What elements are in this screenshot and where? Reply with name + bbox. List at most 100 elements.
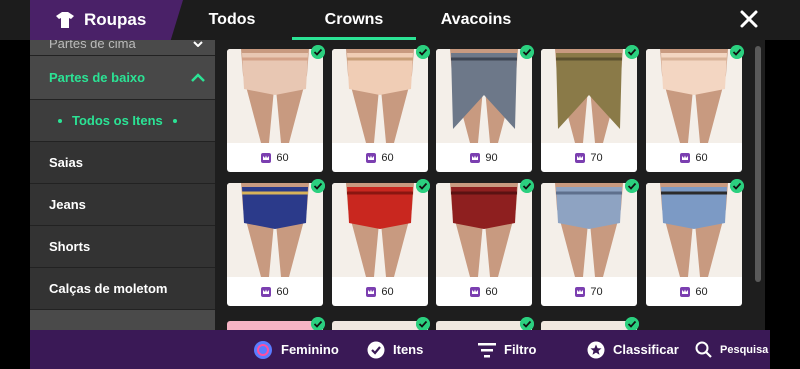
item-image [227, 183, 323, 277]
bottom-toolbar: Feminino Itens Filtro Classificar Pesqui… [30, 330, 770, 369]
item-card[interactable]: 60 [646, 183, 742, 306]
item-card[interactable]: 70 [541, 183, 637, 306]
item-price-value: 70 [590, 286, 603, 298]
sidebar-item-partial [30, 310, 215, 330]
item-price: 60 [646, 144, 742, 172]
star-badge-icon [587, 341, 605, 358]
owned-check-icon [520, 179, 534, 193]
item-card[interactable]: 90 [436, 49, 532, 172]
item-card-partial[interactable] [436, 321, 532, 330]
item-price: 70 [541, 278, 637, 306]
sidebar-item-label: Partes de cima [49, 40, 136, 51]
crown-currency-icon [680, 153, 691, 163]
item-price-value: 60 [276, 286, 289, 298]
items-button[interactable]: Itens [367, 330, 423, 369]
gender-label: Feminino [281, 342, 339, 357]
item-card[interactable]: 60 [332, 183, 428, 306]
owned-check-icon [730, 179, 744, 193]
tab-todos[interactable]: Todos [172, 0, 292, 40]
owned-check-icon [416, 317, 430, 330]
owned-check-icon [416, 179, 430, 193]
item-card-partial[interactable] [332, 321, 428, 330]
owned-check-icon [625, 45, 639, 59]
item-grid: 60 60 90 70 60 60 60 60 70 60 [215, 40, 765, 330]
top-bar: Roupas Todos Crowns Avacoins [0, 0, 800, 40]
item-card[interactable]: 60 [227, 49, 323, 172]
item-image [541, 49, 637, 143]
item-image [332, 183, 428, 277]
sidebar-item-jeans[interactable]: Jeans [30, 184, 215, 226]
item-card[interactable]: 60 [646, 49, 742, 172]
crown-currency-icon [366, 287, 377, 297]
chevron-up-icon [191, 73, 205, 82]
owned-check-icon [311, 45, 325, 59]
scrollbar[interactable] [755, 46, 761, 282]
item-image [436, 49, 532, 143]
filter-icon [478, 342, 496, 357]
item-price: 60 [227, 144, 323, 172]
search-button[interactable]: Pesquisa [695, 330, 768, 369]
item-price: 70 [541, 144, 637, 172]
owned-check-icon [520, 45, 534, 59]
item-price: 60 [332, 278, 428, 306]
sort-label: Classificar [613, 342, 679, 357]
search-label: Pesquisa [720, 343, 769, 356]
item-card-partial[interactable] [227, 321, 323, 330]
item-price-value: 60 [276, 152, 289, 164]
owned-check-icon [416, 45, 430, 59]
item-image [541, 183, 637, 277]
item-card[interactable]: 60 [227, 183, 323, 306]
item-card-partial[interactable] [541, 321, 637, 330]
sidebar-item-calcas-de-moletom[interactable]: Calças de moletom [30, 268, 215, 310]
sidebar-item-shorts[interactable]: Shorts [30, 226, 215, 268]
item-price: 60 [227, 278, 323, 306]
sidebar-item-partes-de-cima[interactable]: Partes de cima [30, 40, 215, 56]
gender-swap-icon [254, 340, 272, 359]
crown-currency-icon [680, 287, 691, 297]
bullet-icon [58, 118, 62, 123]
sidebar-item-todos-os-itens[interactable]: Todos os Itens [30, 100, 215, 142]
item-image [332, 49, 428, 143]
item-price-value: 60 [381, 286, 394, 298]
filter-label: Filtro [504, 342, 537, 357]
item-price-value: 60 [485, 286, 498, 298]
item-image [646, 49, 742, 143]
sidebar-item-saias[interactable]: Saias [30, 142, 215, 184]
item-image [646, 183, 742, 277]
owned-check-icon [625, 179, 639, 193]
owned-check-icon [520, 317, 534, 330]
tab-bar: Todos Crowns Avacoins [172, 0, 536, 40]
sidebar-item-partes-de-baixo[interactable]: Partes de baixo [30, 56, 215, 100]
sidebar-item-label: Partes de baixo [49, 70, 146, 85]
category-sidebar: Partes de cima Partes de baixo Todos os … [30, 40, 215, 330]
bullet-icon [172, 118, 177, 123]
item-price: 60 [436, 278, 532, 306]
shirt-icon [56, 12, 74, 28]
item-image [227, 49, 323, 143]
crown-currency-icon [261, 287, 272, 297]
sort-button[interactable]: Classificar [587, 330, 679, 369]
owned-check-icon [311, 317, 325, 330]
item-card[interactable]: 70 [541, 49, 637, 172]
tab-crowns[interactable]: Crowns [292, 0, 416, 40]
owned-check-icon [730, 45, 744, 59]
chevron-down-icon [193, 40, 203, 47]
owned-check-icon [625, 317, 639, 330]
sidebar-item-label: Todos os Itens [72, 113, 163, 128]
check-circle-icon [367, 341, 385, 358]
item-price-value: 60 [695, 152, 708, 164]
tab-avacoins[interactable]: Avacoins [416, 0, 536, 40]
item-card[interactable]: 60 [436, 183, 532, 306]
item-price: 60 [646, 278, 742, 306]
brand-title: Roupas [84, 10, 147, 29]
gender-button[interactable]: Feminino [253, 330, 339, 369]
owned-check-icon [311, 179, 325, 193]
item-price: 60 [332, 144, 428, 172]
item-price: 90 [436, 144, 532, 172]
crown-currency-icon [575, 287, 586, 297]
filter-button[interactable]: Filtro [478, 330, 537, 369]
item-price-value: 90 [485, 152, 498, 164]
item-price-value: 70 [590, 152, 603, 164]
close-icon[interactable] [738, 8, 760, 30]
item-card[interactable]: 60 [332, 49, 428, 172]
